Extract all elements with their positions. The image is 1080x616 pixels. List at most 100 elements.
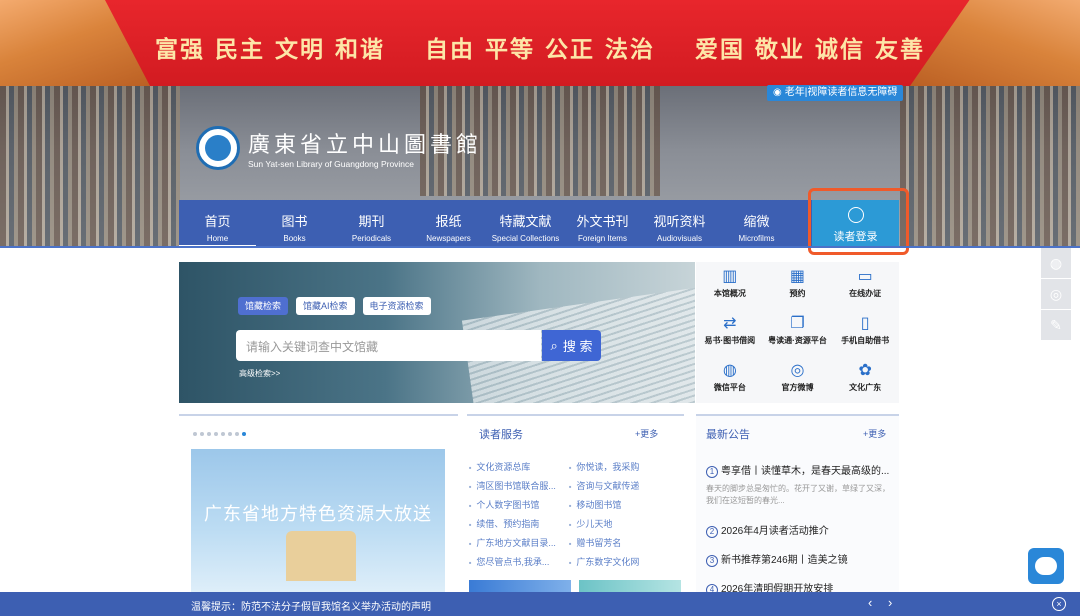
bottom-notice-bar: 温馨提示：防范不法分子假冒我馆名义举办活动的声明 ‹ › × <box>0 592 1080 616</box>
slogan-part-3: 爱国 敬业 诚信 友善 <box>695 36 926 63</box>
notices-more-link[interactable]: +更多 <box>863 427 886 440</box>
tab-ai-search[interactable]: 馆藏AI检索 <box>296 297 355 315</box>
nav-item-special-collections[interactable]: 特藏文献 Special Collections <box>487 200 564 248</box>
quick-link-about[interactable]: ▥ 本馆概况 <box>696 262 764 309</box>
logo-english-name: Sun Yat-sen Library of Guangdong Provinc… <box>248 159 415 169</box>
nav-item-periodicals[interactable]: 期刊 Periodicals <box>333 200 410 248</box>
library-icon: ▥ <box>722 268 738 285</box>
nav-item-home[interactable]: 首页 Home <box>179 200 256 248</box>
notices-panel: 最新公告 +更多 1 粤享借丨读懂草木，是春天最高级的... 春天的脚步总是匆忙的… <box>696 414 899 604</box>
nav-item-newspapers[interactable]: 报纸 Newspapers <box>410 200 487 248</box>
search-tabs: 馆藏检索 馆藏AI检索 电子资源检索 <box>238 297 431 315</box>
notice-nav-arrows[interactable]: ‹ › <box>868 595 898 610</box>
accessibility-label: 老年|视障读者信息无障碍 <box>784 87 898 98</box>
nav-underline <box>0 246 1080 248</box>
nav-item-microfilms[interactable]: 缩微 Microfilms <box>718 200 795 248</box>
notice-item[interactable]: 3 新书推荐第246期丨造美之镜 <box>706 551 896 567</box>
notice-item[interactable]: 2 2026年4月读者活动推介 <box>706 522 896 538</box>
service-link[interactable]: 您尽管点书,我承... <box>469 555 569 568</box>
calendar-icon: ▦ <box>789 268 806 285</box>
quick-link-online-card[interactable]: ▭ 在线办证 <box>831 262 899 309</box>
bookshelf-right <box>900 86 1080 248</box>
chat-icon[interactable] <box>1028 548 1064 584</box>
search-hero: 馆藏检索 馆藏AI检索 电子资源检索 请输入关键词查中文馆藏 ⌕ 搜 索 高级检… <box>179 262 695 403</box>
carousel-dot[interactable] <box>207 432 211 436</box>
carousel-panel: 广东省地方特色资源大放送 <box>179 414 458 609</box>
weibo-icon: ◎ <box>790 362 805 379</box>
carousel-dot[interactable] <box>228 432 232 436</box>
nav-item-foreign-items[interactable]: 外文书刊 Foreign Items <box>564 200 641 248</box>
carousel-dot[interactable] <box>221 432 225 436</box>
service-link[interactable]: 个人数字图书馆 <box>469 498 569 511</box>
wechat-icon: ◍ <box>722 362 737 379</box>
promo-banner[interactable]: 广东省地方特色资源大放送 <box>191 449 445 609</box>
feedback-icon[interactable]: ✎ <box>1041 310 1071 340</box>
logo-chinese-name: 廣東省立中山圖書館 <box>248 133 483 158</box>
service-link[interactable]: 广东数字文化网 <box>569 555 679 568</box>
quick-link-book-lending[interactable]: ⇄ 易书·图书借阅 <box>696 309 764 356</box>
nav-item-books[interactable]: 图书 Books <box>256 200 333 248</box>
reader-services-more-link[interactable]: +更多 <box>635 427 658 440</box>
search-button[interactable]: ⌕ 搜 索 <box>542 330 601 361</box>
notice-item[interactable]: 1 粤享借丨读懂草木，是春天最高级的... 春天的脚步总是匆忙的。花开了又谢，草绿… <box>706 462 896 507</box>
search-input[interactable]: 请输入关键词查中文馆藏 <box>236 330 541 361</box>
advanced-search-link[interactable]: 高级检索>> <box>239 368 280 379</box>
great-wall-right-image <box>910 0 1080 86</box>
open-book-image <box>286 531 356 581</box>
reader-services-list: 文化资源总库 你悦读，我采购 湾区图书馆联合服... 咨询与文献传递 个人数字图… <box>469 460 679 568</box>
service-link[interactable]: 你悦读，我采购 <box>569 460 679 473</box>
main-nav: 首页 Home 图书 Books 期刊 Periodicals 报纸 Newsp… <box>179 200 899 248</box>
carousel-dot[interactable] <box>235 432 239 436</box>
search-button-label: 搜 索 <box>562 339 593 354</box>
notice-number: 1 <box>706 466 718 478</box>
reader-services-title: 读者服务 <box>479 429 523 441</box>
slogan-part-1: 富强 民主 文明 和谐 <box>154 36 385 63</box>
bottom-notice-text[interactable]: 温馨提示：防范不法分子假冒我馆名义举办活动的声明 <box>191 598 431 613</box>
service-link[interactable]: 文化资源总库 <box>469 460 569 473</box>
id-card-icon: ▭ <box>857 268 873 285</box>
service-link[interactable]: 续借、预约指南 <box>469 517 569 530</box>
mobile-icon: ▯ <box>860 315 870 332</box>
weibo-share-icon[interactable]: ◎ <box>1041 279 1071 309</box>
quick-links-grid: ▥ 本馆概况 ▦ 预约 ▭ 在线办证 ⇄ 易书·图书借阅 ❐ 粤读通·资源平台 ▯ 手机自助… <box>696 262 899 403</box>
great-wall-left-image <box>0 0 150 86</box>
library-logo[interactable]: 廣東省立中山圖書館 Sun Yat-sen Library of Guangdo… <box>196 126 482 170</box>
quick-link-mobile-borrow[interactable]: ▯ 手机自助借书 <box>831 309 899 356</box>
notice-title: 新书推荐第246期丨造美之镜 <box>721 555 848 566</box>
service-link[interactable]: 赠书留芳名 <box>569 536 679 549</box>
notice-description: 春天的脚步总是匆忙的。花开了又谢，草绿了又深，我们在这短暂的春光... <box>706 484 890 505</box>
tab-eresource-search[interactable]: 电子资源检索 <box>362 297 431 315</box>
slogan-text: 富强 民主 文明 和谐 自由 平等 公正 法治 爱国 敬业 诚信 友善 <box>150 30 930 64</box>
notices-title: 最新公告 <box>706 429 750 441</box>
bookshelf-left <box>0 86 180 248</box>
library-emblem-icon <box>196 126 240 170</box>
carousel-dot-active[interactable] <box>242 432 246 436</box>
notice-title: 粤享借丨读懂草木，是春天最高级的... <box>721 466 890 477</box>
tab-collection-search[interactable]: 馆藏检索 <box>238 297 289 315</box>
carousel-dot[interactable] <box>200 432 204 436</box>
accessibility-link[interactable]: ◉ 老年|视障读者信息无障碍 <box>767 85 904 101</box>
service-link[interactable]: 咨询与文献传递 <box>569 479 679 492</box>
slogan-banner: 富强 民主 文明 和谐 自由 平等 公正 法治 爱国 敬业 诚信 友善 <box>0 0 1080 86</box>
service-link[interactable]: 移动图书馆 <box>569 498 679 511</box>
nav-item-audiovisuals[interactable]: 视听资料 Audiovisuals <box>641 200 718 248</box>
close-icon[interactable]: × <box>1052 597 1066 611</box>
service-link[interactable]: 湾区图书馆联合服... <box>469 479 569 492</box>
share-sidebar: ◍ ◎ ✎ <box>1041 248 1071 341</box>
quick-link-culture-guangdong[interactable]: ✿ 文化广东 <box>831 356 899 403</box>
service-link[interactable]: 广东地方文献目录... <box>469 536 569 549</box>
eye-icon: ◉ <box>773 87 782 98</box>
slogan-part-2: 自由 平等 公正 法治 <box>424 36 656 63</box>
notice-number: 3 <box>706 555 718 567</box>
notice-number: 2 <box>706 526 718 538</box>
quick-link-wechat[interactable]: ◍ 微信平台 <box>696 356 764 403</box>
wechat-share-icon[interactable]: ◍ <box>1041 248 1071 278</box>
quick-link-reservation[interactable]: ▦ 预约 <box>764 262 832 309</box>
carousel-dot[interactable] <box>193 432 197 436</box>
carousel-dot[interactable] <box>214 432 218 436</box>
promo-title: 广东省地方特色资源大放送 <box>204 504 432 524</box>
quick-link-resource-platform[interactable]: ❐ 粤读通·资源平台 <box>764 309 832 356</box>
quick-link-weibo[interactable]: ◎ 官方微博 <box>764 356 832 403</box>
service-link[interactable]: 少儿天地 <box>569 517 679 530</box>
carousel-dots <box>193 432 246 436</box>
